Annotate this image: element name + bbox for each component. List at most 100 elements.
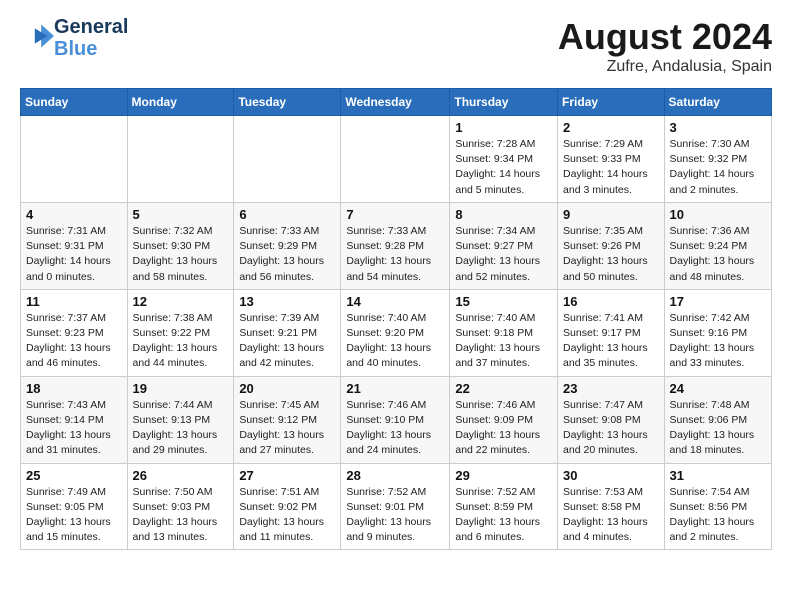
calendar-cell: 26 Sunrise: 7:50 AM Sunset: 9:03 PM Dayli… (127, 463, 234, 550)
calendar-cell (234, 116, 341, 203)
calendar-week-2: 11Sunrise: 7:37 AM Sunset: 9:23 PM Dayli… (21, 289, 772, 376)
day-number: 4 (26, 207, 122, 222)
day-info: Sunrise: 7:50 AM Sunset: 9:03 PM Dayligh… (133, 485, 229, 546)
day-number: 11 (26, 294, 122, 309)
logo-icon (22, 22, 54, 50)
day-number: 23 (563, 381, 659, 396)
day-info: Sunrise: 7:33 AM Sunset: 9:28 PM Dayligh… (346, 224, 444, 285)
day-info: Sunrise: 7:31 AM Sunset: 9:31 PM Dayligh… (26, 224, 122, 285)
day-number: 26 (133, 468, 229, 483)
day-info: Sunrise: 7:46 AM Sunset: 9:10 PM Dayligh… (346, 398, 444, 459)
day-info: Sunrise: 7:48 AM Sunset: 9:06 PM Dayligh… (670, 398, 766, 459)
day-number: 30 (563, 468, 659, 483)
day-number: 20 (239, 381, 335, 396)
calendar-cell: 29Sunrise: 7:52 AM Sunset: 8:59 PM Dayli… (450, 463, 558, 550)
logo-text: General Blue (54, 16, 128, 60)
calendar-week-0: 1Sunrise: 7:28 AM Sunset: 9:34 PM Daylig… (21, 116, 772, 203)
calendar-cell: 7 Sunrise: 7:33 AM Sunset: 9:28 PM Daylig… (341, 202, 450, 289)
day-info: Sunrise: 7:34 AM Sunset: 9:27 PM Dayligh… (455, 224, 552, 285)
day-number: 25 (26, 468, 122, 483)
page: General Blue August 2024 Zufre, Andalusi… (0, 0, 792, 566)
day-info: Sunrise: 7:45 AM Sunset: 9:12 PM Dayligh… (239, 398, 335, 459)
calendar-cell: 12 Sunrise: 7:38 AM Sunset: 9:22 PM Dayli… (127, 289, 234, 376)
day-info: Sunrise: 7:40 AM Sunset: 9:20 PM Dayligh… (346, 311, 444, 372)
day-info: Sunrise: 7:52 AM Sunset: 9:01 PM Dayligh… (346, 485, 444, 546)
calendar-week-3: 18Sunrise: 7:43 AM Sunset: 9:14 PM Dayli… (21, 376, 772, 463)
day-number: 28 (346, 468, 444, 483)
calendar-cell: 24Sunrise: 7:48 AM Sunset: 9:06 PM Dayli… (664, 376, 771, 463)
calendar-cell: 5 Sunrise: 7:32 AM Sunset: 9:30 PM Daylig… (127, 202, 234, 289)
day-info: Sunrise: 7:40 AM Sunset: 9:18 PM Dayligh… (455, 311, 552, 372)
calendar-cell: 11Sunrise: 7:37 AM Sunset: 9:23 PM Dayli… (21, 289, 128, 376)
col-tuesday: Tuesday (234, 89, 341, 116)
calendar-cell: 16Sunrise: 7:41 AM Sunset: 9:17 PM Dayli… (558, 289, 665, 376)
day-info: Sunrise: 7:47 AM Sunset: 9:08 PM Dayligh… (563, 398, 659, 459)
calendar-cell: 10 Sunrise: 7:36 AM Sunset: 9:24 PM Dayli… (664, 202, 771, 289)
calendar-week-1: 4 Sunrise: 7:31 AM Sunset: 9:31 PM Daylig… (21, 202, 772, 289)
day-number: 3 (670, 120, 766, 135)
calendar-cell: 31 Sunrise: 7:54 AM Sunset: 8:56 PM Dayli… (664, 463, 771, 550)
calendar-cell: 28 Sunrise: 7:52 AM Sunset: 9:01 PM Dayli… (341, 463, 450, 550)
day-number: 8 (455, 207, 552, 222)
col-monday: Monday (127, 89, 234, 116)
day-number: 16 (563, 294, 659, 309)
day-number: 14 (346, 294, 444, 309)
day-number: 17 (670, 294, 766, 309)
day-info: Sunrise: 7:30 AM Sunset: 9:32 PM Dayligh… (670, 137, 766, 198)
calendar-cell: 23 Sunrise: 7:47 AM Sunset: 9:08 PM Dayli… (558, 376, 665, 463)
day-number: 5 (133, 207, 229, 222)
day-info: Sunrise: 7:49 AM Sunset: 9:05 PM Dayligh… (26, 485, 122, 546)
logo: General Blue (20, 16, 128, 60)
day-number: 13 (239, 294, 335, 309)
day-number: 22 (455, 381, 552, 396)
calendar-cell: 4 Sunrise: 7:31 AM Sunset: 9:31 PM Daylig… (21, 202, 128, 289)
day-info: Sunrise: 7:39 AM Sunset: 9:21 PM Dayligh… (239, 311, 335, 372)
day-info: Sunrise: 7:38 AM Sunset: 9:22 PM Dayligh… (133, 311, 229, 372)
day-number: 27 (239, 468, 335, 483)
day-info: Sunrise: 7:44 AM Sunset: 9:13 PM Dayligh… (133, 398, 229, 459)
header: General Blue August 2024 Zufre, Andalusi… (20, 16, 772, 76)
day-number: 2 (563, 120, 659, 135)
day-number: 21 (346, 381, 444, 396)
title-block: August 2024 Zufre, Andalusia, Spain (558, 16, 772, 76)
calendar-cell: 22Sunrise: 7:46 AM Sunset: 9:09 PM Dayli… (450, 376, 558, 463)
calendar-cell: 27 Sunrise: 7:51 AM Sunset: 9:02 PM Dayli… (234, 463, 341, 550)
calendar-cell: 14 Sunrise: 7:40 AM Sunset: 9:20 PM Dayli… (341, 289, 450, 376)
calendar-cell (127, 116, 234, 203)
calendar-cell: 19 Sunrise: 7:44 AM Sunset: 9:13 PM Dayli… (127, 376, 234, 463)
day-number: 12 (133, 294, 229, 309)
col-sunday: Sunday (21, 89, 128, 116)
col-saturday: Saturday (664, 89, 771, 116)
calendar-cell: 6 Sunrise: 7:33 AM Sunset: 9:29 PM Daylig… (234, 202, 341, 289)
day-info: Sunrise: 7:36 AM Sunset: 9:24 PM Dayligh… (670, 224, 766, 285)
page-subtitle: Zufre, Andalusia, Spain (558, 58, 772, 76)
day-number: 7 (346, 207, 444, 222)
calendar-cell: 30Sunrise: 7:53 AM Sunset: 8:58 PM Dayli… (558, 463, 665, 550)
day-info: Sunrise: 7:51 AM Sunset: 9:02 PM Dayligh… (239, 485, 335, 546)
day-info: Sunrise: 7:28 AM Sunset: 9:34 PM Dayligh… (455, 137, 552, 198)
day-number: 10 (670, 207, 766, 222)
day-info: Sunrise: 7:29 AM Sunset: 9:33 PM Dayligh… (563, 137, 659, 198)
col-thursday: Thursday (450, 89, 558, 116)
calendar-cell (21, 116, 128, 203)
calendar-cell: 15 Sunrise: 7:40 AM Sunset: 9:18 PM Dayli… (450, 289, 558, 376)
day-number: 15 (455, 294, 552, 309)
day-info: Sunrise: 7:54 AM Sunset: 8:56 PM Dayligh… (670, 485, 766, 546)
weekday-row: Sunday Monday Tuesday Wednesday Thursday… (21, 89, 772, 116)
day-info: Sunrise: 7:33 AM Sunset: 9:29 PM Dayligh… (239, 224, 335, 285)
day-info: Sunrise: 7:32 AM Sunset: 9:30 PM Dayligh… (133, 224, 229, 285)
day-number: 31 (670, 468, 766, 483)
calendar: Sunday Monday Tuesday Wednesday Thursday… (20, 88, 772, 550)
day-info: Sunrise: 7:42 AM Sunset: 9:16 PM Dayligh… (670, 311, 766, 372)
calendar-cell (341, 116, 450, 203)
calendar-cell: 17 Sunrise: 7:42 AM Sunset: 9:16 PM Dayli… (664, 289, 771, 376)
day-info: Sunrise: 7:35 AM Sunset: 9:26 PM Dayligh… (563, 224, 659, 285)
day-number: 19 (133, 381, 229, 396)
day-number: 6 (239, 207, 335, 222)
calendar-cell: 18Sunrise: 7:43 AM Sunset: 9:14 PM Dayli… (21, 376, 128, 463)
logo-line1: General (54, 16, 128, 38)
col-friday: Friday (558, 89, 665, 116)
calendar-cell: 25 Sunrise: 7:49 AM Sunset: 9:05 PM Dayli… (21, 463, 128, 550)
calendar-cell: 13 Sunrise: 7:39 AM Sunset: 9:21 PM Dayli… (234, 289, 341, 376)
calendar-cell: 2 Sunrise: 7:29 AM Sunset: 9:33 PM Daylig… (558, 116, 665, 203)
